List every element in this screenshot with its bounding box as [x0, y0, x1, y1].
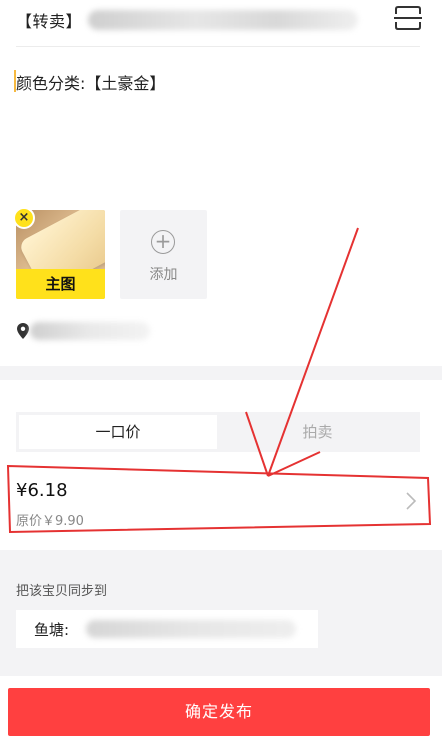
original-price: 原价￥9.90 — [16, 514, 84, 529]
description-text[interactable]: 颜色分类:【土豪金】 — [16, 70, 165, 94]
plus-circle-icon: + — [151, 230, 175, 254]
add-image-button[interactable]: + 添加 — [120, 210, 207, 299]
price-row[interactable]: ¥6.18 原价￥9.90 — [0, 464, 442, 548]
main-image-label: 主图 — [16, 269, 105, 299]
publish-button[interactable]: 确定发布 — [8, 688, 430, 736]
price-type-toggle: 一口价 拍卖 — [16, 412, 420, 452]
section-separator — [0, 366, 442, 380]
fish-pond-selector[interactable]: 鱼塘: — [16, 610, 318, 648]
location-text-blurred[interactable] — [30, 322, 150, 340]
sync-section: 把该宝贝同步到 鱼塘: — [0, 550, 442, 676]
tab-auction[interactable]: 拍卖 — [218, 415, 417, 449]
scan-icon[interactable] — [392, 4, 424, 32]
title-text-blurred[interactable] — [88, 10, 358, 30]
current-price: ¥6.18 — [16, 480, 68, 501]
fish-pond-name-blurred — [86, 620, 296, 638]
sync-title: 把该宝贝同步到 — [16, 584, 108, 599]
delete-image-button[interactable]: × — [13, 207, 35, 229]
chevron-right-icon — [406, 492, 417, 510]
header-divider — [16, 46, 420, 47]
title-prefix[interactable]: 【转卖】 — [16, 8, 82, 32]
add-image-label: 添加 — [149, 267, 178, 283]
tab-fixed-price[interactable]: 一口价 — [19, 415, 217, 449]
location-pin-icon — [17, 323, 29, 339]
fish-pond-label: 鱼塘: — [34, 621, 70, 639]
